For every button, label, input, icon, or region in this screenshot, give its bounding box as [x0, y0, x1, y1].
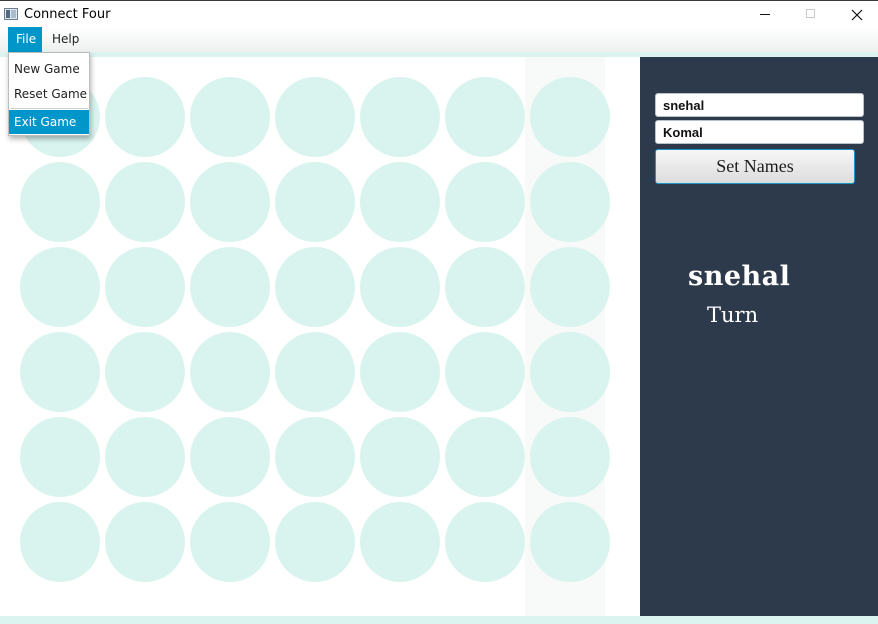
board-cell[interactable]	[445, 417, 525, 497]
board-cell[interactable]	[20, 162, 100, 242]
board-cell[interactable]	[530, 247, 610, 327]
player-one-name-input[interactable]	[655, 93, 864, 117]
board-cell[interactable]	[20, 417, 100, 497]
board-cell[interactable]	[445, 502, 525, 582]
board-cell[interactable]	[190, 417, 270, 497]
board-cell[interactable]	[275, 332, 355, 412]
board-cell[interactable]	[105, 417, 185, 497]
file-menu[interactable]: File	[8, 27, 42, 52]
game-board[interactable]	[0, 57, 640, 616]
board-cell[interactable]	[20, 247, 100, 327]
board-cell[interactable]	[190, 502, 270, 582]
file-dropdown-menu: New Game Reset Game Exit Game	[8, 52, 90, 136]
board-cell[interactable]	[530, 332, 610, 412]
menu-item-new-game[interactable]: New Game	[9, 57, 89, 81]
board-cell[interactable]	[445, 77, 525, 157]
board-cell[interactable]	[105, 332, 185, 412]
board-cell[interactable]	[445, 247, 525, 327]
turn-label: Turn	[707, 303, 759, 327]
board-cell[interactable]	[105, 502, 185, 582]
board-cell[interactable]	[105, 77, 185, 157]
board-cell[interactable]	[530, 502, 610, 582]
window-icon	[4, 8, 18, 20]
bottom-divider	[0, 616, 878, 624]
window-title: Connect Four	[24, 7, 111, 22]
board-cell[interactable]	[275, 502, 355, 582]
board-cell[interactable]	[20, 502, 100, 582]
board-cell[interactable]	[360, 417, 440, 497]
close-icon[interactable]	[834, 1, 878, 29]
menu-bar: File Help	[0, 27, 878, 53]
board-cell[interactable]	[105, 247, 185, 327]
board-cell[interactable]	[275, 417, 355, 497]
board-cell[interactable]	[105, 162, 185, 242]
board-cell[interactable]	[445, 332, 525, 412]
board-cell[interactable]	[275, 247, 355, 327]
current-player-name: snehal	[688, 261, 791, 292]
menu-separator	[10, 108, 88, 109]
board-cell[interactable]	[275, 77, 355, 157]
board-cell[interactable]	[530, 417, 610, 497]
board-cell[interactable]	[360, 247, 440, 327]
menu-item-exit-game[interactable]: Exit Game	[9, 110, 89, 134]
minimize-icon[interactable]	[742, 1, 788, 29]
title-bar: Connect Four	[0, 0, 878, 28]
board-cell[interactable]	[190, 162, 270, 242]
board-cell[interactable]	[360, 77, 440, 157]
maximize-icon[interactable]	[788, 1, 834, 29]
board-cell[interactable]	[190, 332, 270, 412]
board-cell[interactable]	[445, 162, 525, 242]
board-cell[interactable]	[275, 162, 355, 242]
side-panel: Set Names snehal Turn	[640, 57, 878, 616]
board-cell[interactable]	[530, 77, 610, 157]
board-cell[interactable]	[360, 162, 440, 242]
board-cell[interactable]	[20, 332, 100, 412]
menu-item-reset-game[interactable]: Reset Game	[9, 82, 89, 106]
board-cell[interactable]	[360, 502, 440, 582]
board-cell[interactable]	[190, 77, 270, 157]
board-cell[interactable]	[530, 162, 610, 242]
set-names-button[interactable]: Set Names	[655, 149, 855, 184]
player-two-name-input[interactable]	[655, 120, 864, 144]
board-cell[interactable]	[360, 332, 440, 412]
help-menu[interactable]: Help	[44, 27, 86, 52]
board-cell[interactable]	[190, 247, 270, 327]
